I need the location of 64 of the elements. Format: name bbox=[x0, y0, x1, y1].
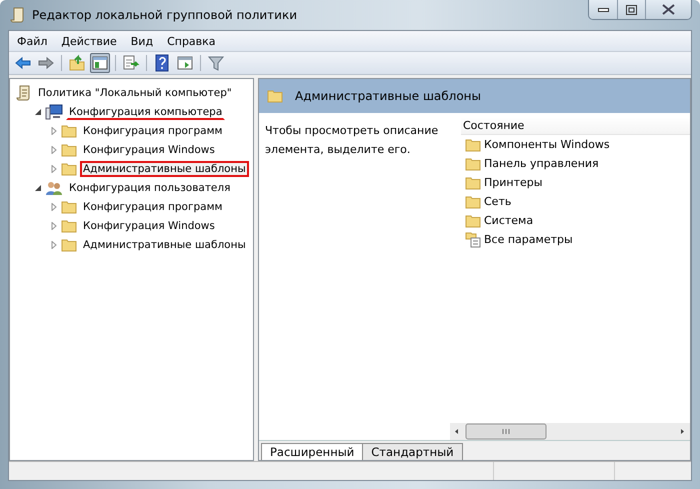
computer-icon bbox=[45, 104, 63, 120]
panel-icon bbox=[176, 54, 194, 72]
view-tab[interactable]: Расширенный bbox=[261, 443, 364, 460]
expand-arrow-icon[interactable] bbox=[50, 164, 58, 172]
folder-icon bbox=[61, 162, 77, 176]
folder-up-icon bbox=[68, 54, 86, 72]
tree-item[interactable]: Административные шаблоны bbox=[80, 160, 249, 176]
panel-icon bbox=[91, 54, 109, 72]
expand-arrow-icon[interactable] bbox=[50, 146, 58, 154]
folder-icon bbox=[61, 200, 77, 214]
maximize-button[interactable] bbox=[617, 0, 645, 19]
list-item[interactable]: Компоненты Windows bbox=[484, 138, 610, 151]
list-item[interactable]: Принтеры bbox=[484, 176, 542, 189]
window-title: Редактор локальной групповой политики bbox=[32, 8, 298, 22]
minimize-button[interactable] bbox=[589, 0, 617, 19]
folder-icon bbox=[465, 214, 481, 228]
list-item[interactable]: Сеть bbox=[484, 195, 512, 208]
minimize-icon bbox=[598, 8, 608, 12]
collapse-arrow-icon[interactable] bbox=[34, 184, 42, 192]
folder-icon bbox=[61, 124, 77, 138]
collapse-arrow-icon[interactable] bbox=[34, 108, 42, 116]
scroll-icon bbox=[16, 84, 32, 100]
close-button[interactable] bbox=[645, 0, 691, 19]
toolbar-button[interactable] bbox=[90, 53, 110, 73]
expand-arrow-icon[interactable] bbox=[50, 126, 58, 134]
folder-icon bbox=[61, 218, 77, 232]
scroll-icon bbox=[10, 7, 26, 23]
expand-arrow-icon[interactable] bbox=[50, 222, 58, 230]
menu-item[interactable]: Вид bbox=[124, 34, 160, 48]
expand-arrow-icon[interactable] bbox=[50, 202, 58, 210]
folder-icon bbox=[465, 156, 481, 170]
view-tab[interactable]: Стандартный bbox=[362, 443, 463, 460]
forward-arrow-icon bbox=[37, 54, 55, 72]
tree-item[interactable]: Конфигурация пользователя bbox=[66, 180, 234, 196]
export-list-icon bbox=[122, 54, 140, 72]
folder-icon bbox=[465, 194, 481, 208]
tree-item[interactable]: Политика "Локальный компьютер" bbox=[35, 84, 235, 100]
tree-item[interactable]: Конфигурация Windows bbox=[80, 218, 218, 234]
folder-icon bbox=[465, 138, 481, 152]
description-text: Чтобы просмотреть описание элемента, выделите его. bbox=[264, 123, 440, 158]
tree-item[interactable]: Административные шаблоны bbox=[80, 236, 249, 252]
settings-list-icon bbox=[465, 232, 481, 248]
tree-item[interactable]: Конфигурация Windows bbox=[80, 142, 218, 158]
close-icon bbox=[662, 4, 675, 15]
maximize-icon bbox=[626, 4, 637, 14]
tree-item[interactable]: Конфигурация программ bbox=[80, 122, 226, 138]
tree-item[interactable]: Конфигурация компьютера bbox=[66, 104, 226, 120]
users-icon bbox=[45, 180, 63, 196]
horizontal-scrollbar[interactable] bbox=[450, 423, 690, 440]
help-icon bbox=[153, 54, 171, 72]
folder-icon bbox=[267, 89, 283, 103]
folder-icon bbox=[465, 176, 481, 190]
menu-item[interactable]: Действие bbox=[55, 34, 123, 48]
menu-item[interactable]: Справка bbox=[161, 34, 222, 48]
details-title: Административные шаблоны bbox=[295, 89, 482, 103]
folder-icon bbox=[61, 142, 77, 156]
menu-item[interactable]: Файл bbox=[11, 34, 54, 48]
list-item[interactable]: Все параметры bbox=[484, 233, 573, 246]
folder-icon bbox=[61, 238, 77, 252]
back-arrow-icon bbox=[14, 54, 32, 72]
expand-arrow-icon[interactable] bbox=[50, 240, 58, 248]
list-item[interactable]: Панель управления bbox=[484, 157, 599, 170]
tree-item[interactable]: Конфигурация программ bbox=[80, 198, 226, 214]
list-item[interactable]: Система bbox=[484, 214, 534, 227]
